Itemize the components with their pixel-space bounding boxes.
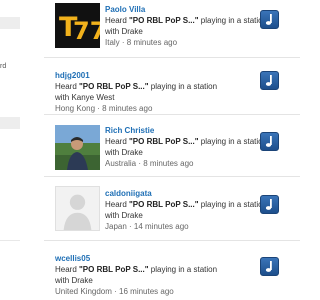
left-sidebar: rd [0,0,20,300]
feed-meta: Italy · 8 minutes ago [105,38,178,47]
feed-divider [44,240,300,241]
music-note-icon[interactable] [260,195,279,214]
feed-divider [44,57,300,58]
feed-meta: United Kingdom · 16 minutes ago [55,287,174,296]
location: Australia [105,159,137,168]
song-link[interactable]: "PO RBL PoP S..." [79,265,149,274]
feed-message: Heard "PO RBL PoP S..." playing in a sta… [55,265,218,274]
feed-meta: Australia · 8 minutes ago [105,159,194,168]
timestamp: 8 minutes ago [143,159,194,168]
feed-divider [44,114,300,115]
feed-meta: Hong Kong · 8 minutes ago [55,104,153,113]
feed-item-content: caldoniigata Heard "PO RBL PoP S..." pla… [105,188,267,232]
feed-message: Heard "PO RBL PoP S..." playing in a sta… [105,16,268,25]
music-note-icon[interactable] [260,71,279,90]
sidebar-partial-text: rd [0,63,7,70]
timestamp: 14 minutes ago [133,222,189,231]
timestamp: 8 minutes ago [126,38,178,47]
activity-feed: T 77 Paolo Villa Heard "PO RBL PoP S..."… [44,0,300,300]
feed-message-artist: with Drake [105,211,143,220]
feed-message: Heard "PO RBL PoP S..." playing in a sta… [55,82,218,91]
feed-message: Heard "PO RBL PoP S..." playing in a sta… [105,200,268,209]
feed-message-artist: with Kanye West [55,93,115,102]
sidebar-band [0,17,20,29]
song-link[interactable]: "PO RBL PoP S..." [129,137,199,146]
sidebar-divider [0,240,20,241]
tiziano-logo-avatar[interactable]: T 77 [55,3,100,48]
feed-item-content: Rich Christie Heard "PO RBL PoP S..." pl… [105,125,267,169]
feed-item-content: wcellis05 Heard "PO RBL PoP S..." playin… [55,253,217,297]
feed-message-artist: with Drake [105,148,143,157]
location: Italy [105,38,120,47]
song-link[interactable]: "PO RBL PoP S..." [129,16,199,25]
svg-text:77: 77 [73,17,100,45]
location: Japan [105,222,127,231]
feed-divider [44,176,300,177]
username-link[interactable]: hdjg2001 [55,70,217,81]
feed-message: Heard "PO RBL PoP S..." playing in a sta… [105,137,268,146]
location: United Kingdom [55,287,112,296]
timestamp: 8 minutes ago [102,104,153,113]
default-person-avatar[interactable] [55,186,100,231]
feed-message-artist: with Drake [55,276,93,285]
username-link[interactable]: Paolo Villa [105,4,267,15]
feed-item-content: hdjg2001 Heard "PO RBL PoP S..." playing… [55,70,217,114]
username-link[interactable]: Rich Christie [105,125,267,136]
music-note-icon[interactable] [260,257,279,276]
feed-meta: Japan · 14 minutes ago [105,222,189,231]
username-link[interactable]: caldoniigata [105,188,267,199]
timestamp: 16 minutes ago [119,287,174,296]
music-note-icon[interactable] [260,10,279,29]
person-photo-avatar[interactable] [55,125,100,170]
music-note-icon[interactable] [260,132,279,151]
feed-message-artist: with Drake [105,27,143,36]
sidebar-band [0,117,20,129]
song-link[interactable]: "PO RBL PoP S..." [79,82,149,91]
feed-item-content: Paolo Villa Heard "PO RBL PoP S..." play… [105,4,267,48]
location: Hong Kong [55,104,96,113]
song-link[interactable]: "PO RBL PoP S..." [129,200,199,209]
username-link[interactable]: wcellis05 [55,253,217,264]
